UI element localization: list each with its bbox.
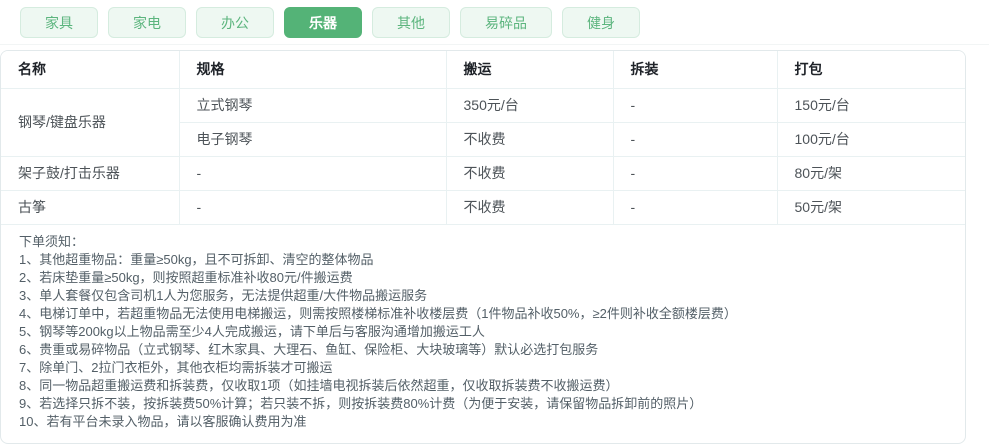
cell-pack: 50元/架 (777, 190, 965, 225)
cell-disassembly: - (613, 88, 778, 123)
cell-pack: 100元/台 (777, 122, 965, 157)
cell-name: 架子鼓/打击乐器 (1, 156, 180, 191)
note-item: 5、钢琴等200kg以上物品需至少4人完成搬运，请下单后与客服沟通增加搬运工人 (19, 323, 485, 339)
order-notes: 下单须知： 1、其他超重物品：重量≥50kg，且不可拆卸、清空的整体物品 2、若… (1, 225, 965, 443)
cell-move: 不收费 (446, 190, 614, 225)
note-item: 6、贵重或易碎物品（立式钢琴、红木家具、大理石、鱼缸、保险柜、大块玻璃等）默认必… (19, 341, 599, 357)
cell-name: 古筝 (1, 190, 180, 225)
header-disassembly: 拆装 (613, 51, 778, 89)
cell-move: 不收费 (446, 156, 614, 191)
category-tabbar: 家具 家电 办公 乐器 其他 易碎品 健身 (0, 0, 989, 45)
cell-spec: 电子钢琴 (179, 122, 447, 157)
note-item: 3、单人套餐仅包含司机1人为您服务，无法提供超重/大件物品搬运服务 (19, 287, 428, 303)
table-header-row: 名称 规格 搬运 拆装 打包 (1, 51, 965, 89)
cell-disassembly: - (613, 156, 778, 191)
header-spec: 规格 (179, 51, 447, 89)
pricing-page: 家具 家电 办公 乐器 其他 易碎品 健身 名称 规格 搬运 拆装 打包 钢琴/… (0, 0, 989, 448)
header-move: 搬运 (446, 51, 614, 89)
notes-title: 下单须知： (19, 233, 85, 249)
cell-move: 不收费 (446, 122, 614, 157)
note-item: 1、其他超重物品：重量≥50kg，且不可拆卸、清空的整体物品 (19, 251, 374, 267)
tab-fitness[interactable]: 健身 (562, 7, 640, 38)
note-item: 10、若有平台未录入物品，请以客服确认费用为准 (19, 413, 307, 429)
note-item: 8、同一物品超重搬运费和拆装费，仅收取1项（如挂墙电视拆装后依然超重，仅收取拆装… (19, 377, 619, 393)
note-item: 2、若床垫重量≥50kg，则按照超重标准补收80元/件搬运费 (19, 269, 353, 285)
header-pack: 打包 (777, 51, 965, 89)
tab-furniture[interactable]: 家具 (20, 7, 98, 38)
tab-other[interactable]: 其他 (372, 7, 450, 38)
table-row: 钢琴/键盘乐器 立式钢琴 350元/台 - 150元/台 (1, 88, 965, 157)
cell-pack: 80元/架 (777, 156, 965, 191)
cell-move: 350元/台 (446, 88, 614, 123)
cell-spec: - (179, 156, 447, 191)
cell-disassembly: - (613, 190, 778, 225)
header-name: 名称 (1, 51, 180, 89)
pricing-table: 名称 规格 搬运 拆装 打包 钢琴/键盘乐器 立式钢琴 350元/台 - 150… (1, 51, 965, 225)
tab-fragile[interactable]: 易碎品 (460, 7, 552, 38)
cell-spec: - (179, 190, 447, 225)
cell-pack: 150元/台 (777, 88, 965, 123)
pricing-panel: 名称 规格 搬运 拆装 打包 钢琴/键盘乐器 立式钢琴 350元/台 - 150… (0, 50, 966, 444)
cell-disassembly: - (613, 122, 778, 157)
note-item: 4、电梯订单中，若超重物品无法使用电梯搬运，则需按照楼梯标准补收楼层费（1件物品… (19, 305, 737, 321)
table-row: 架子鼓/打击乐器 - 不收费 - 80元/架 (1, 156, 965, 191)
tab-instruments[interactable]: 乐器 (284, 7, 362, 38)
table-row: 古筝 - 不收费 - 50元/架 (1, 190, 965, 225)
note-item: 9、若选择只拆不装，按拆装费50%计算；若只装不拆，则按拆装费80%计费（为便于… (19, 395, 703, 411)
cell-spec: 立式钢琴 (179, 88, 447, 123)
tab-office[interactable]: 办公 (196, 7, 274, 38)
note-item: 7、除单门、2拉门衣柜外，其他衣柜均需拆装才可搬运 (19, 359, 333, 375)
tab-appliances[interactable]: 家电 (108, 7, 186, 38)
cell-name: 钢琴/键盘乐器 (1, 88, 180, 157)
